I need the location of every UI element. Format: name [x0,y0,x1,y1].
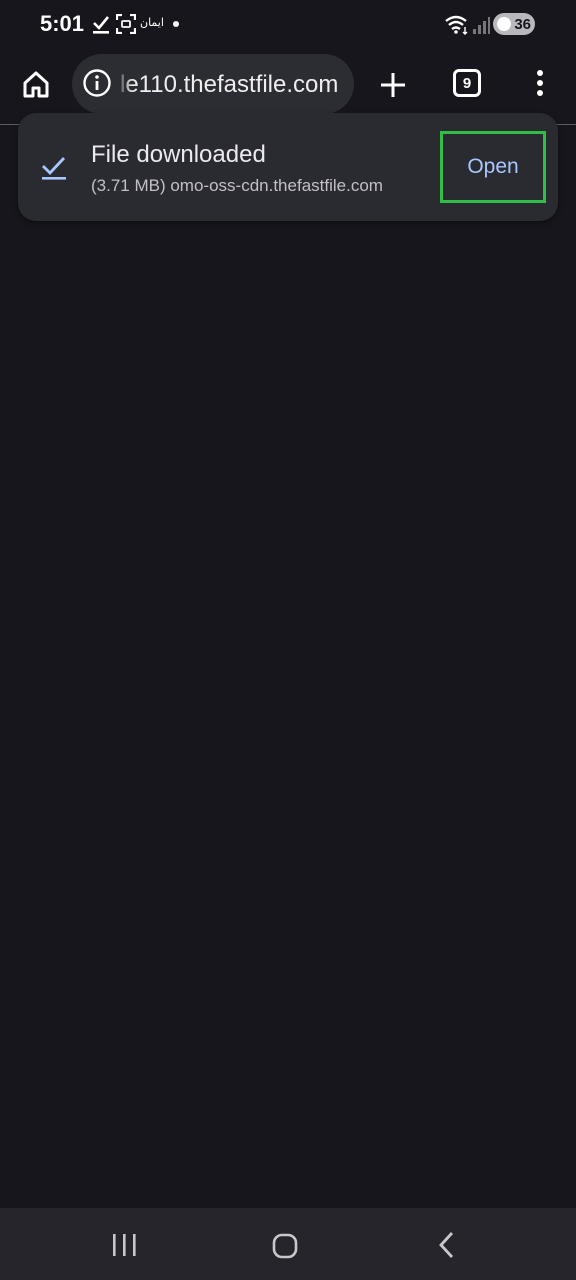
more-vert-icon [537,70,543,96]
nav-home-button[interactable] [272,1233,298,1259]
tab-count: 9 [462,74,472,92]
download-snackbar: File downloaded (3.71 MB) omo-oss-cdn.th… [18,113,558,221]
omnibox[interactable]: le110.thefastfile.com [72,54,354,114]
notification-dot [173,21,179,27]
status-time: 5:01 [40,11,85,36]
recents-button[interactable] [110,1232,140,1258]
url-fade [116,64,132,104]
wifi-icon [444,15,470,40]
back-button[interactable] [436,1230,458,1260]
plus-icon [381,73,405,97]
status-bar: 5:01 ايمان 36 [0,0,576,52]
download-done-icon [92,14,110,39]
new-tab-button[interactable] [374,66,412,104]
browser-screen: 5:01 ايمان 36 le110.thefastfile.com 9 Fi… [0,0,576,1280]
signal-icon [472,15,490,40]
snackbar-title: File downloaded [91,141,266,168]
recents-icon [113,1234,136,1256]
system-nav-bar [0,1208,576,1280]
home-icon [23,71,49,98]
screenshot-icon [115,13,137,39]
battery-saver-icon [497,17,511,31]
back-icon [439,1232,454,1258]
open-button-label: Open [467,155,519,178]
status-arabic-label: ايمان [140,16,164,29]
more-menu-button[interactable] [526,66,554,104]
open-button[interactable]: Open [440,131,546,203]
battery-indicator: 36 [493,13,535,35]
home-circle-icon [272,1233,298,1259]
tab-switcher-button[interactable]: 9 [453,69,481,97]
info-icon[interactable] [82,68,112,98]
battery-level: 36 [514,15,531,33]
snackbar-subtitle: (3.71 MB) omo-oss-cdn.thefastfile.com [91,176,383,195]
download-check-icon [40,153,68,181]
url-text: le110.thefastfile.com [120,71,339,98]
home-button[interactable] [18,66,54,102]
